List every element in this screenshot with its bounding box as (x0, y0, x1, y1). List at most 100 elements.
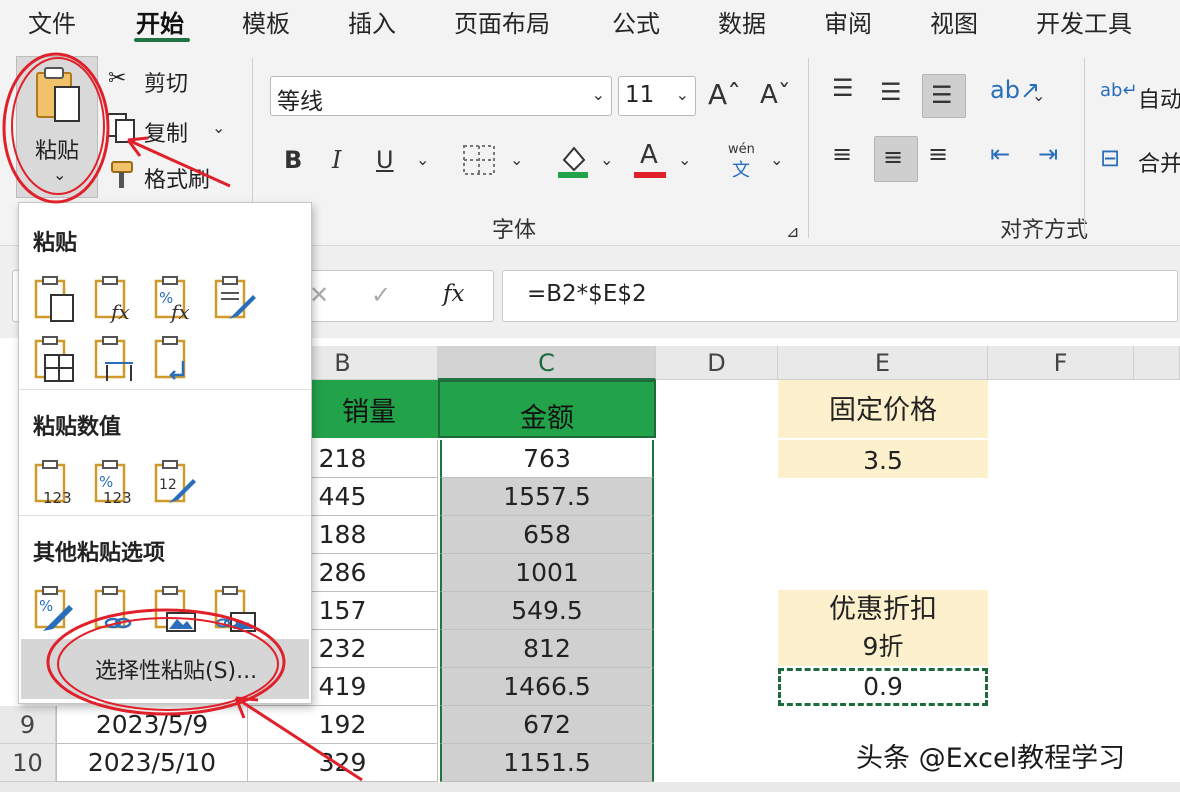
cell-a[interactable]: 2023/5/9 (56, 706, 248, 744)
tab-page-layout[interactable]: 页面布局 (454, 4, 550, 39)
discount-label: 优惠折扣 (829, 594, 937, 625)
chevron-down-icon[interactable]: ⌄ (600, 150, 613, 169)
fixed-price-value-cell[interactable]: 3.5 (778, 440, 988, 478)
values-123-label: 123 (43, 489, 72, 507)
menu-section-paste-values: 粘贴数值 (33, 415, 122, 440)
copy-icon[interactable] (106, 112, 136, 144)
font-size-dropdown[interactable]: 11 ⌄ (618, 76, 696, 116)
align-top-icon[interactable]: ☰ (832, 74, 854, 102)
row-header[interactable]: 9 (0, 706, 56, 744)
column-header-c[interactable]: C (438, 346, 656, 380)
paste-formulas-icon[interactable]: fx (93, 275, 137, 323)
values-icon[interactable]: 123 (33, 459, 77, 507)
tab-template[interactable]: 模板 (242, 4, 290, 39)
formatting-icon[interactable]: % (33, 585, 77, 633)
tab-formulas[interactable]: 公式 (612, 4, 660, 39)
formula-input[interactable]: =B2*$E$2 (502, 270, 1178, 322)
borders-icon[interactable] (462, 144, 496, 176)
paste-button[interactable]: 粘贴 ⌄ (16, 56, 98, 198)
chevron-down-icon[interactable]: ⌄ (416, 150, 429, 169)
chevron-down-icon[interactable]: ⌄ (770, 150, 783, 169)
paste-options-menu: 粘贴 fx % fx 粘贴数值 123 % 123 12 其他粘贴选项 % 选择… (18, 202, 312, 704)
format-painter-icon[interactable] (106, 160, 136, 190)
increase-indent-icon[interactable]: ⇥ (1038, 140, 1058, 168)
align-center-button[interactable]: ≡ (874, 136, 918, 182)
tab-file[interactable]: 文件 (28, 4, 76, 39)
paste-special-menu-item[interactable]: 选择性粘贴(S)... (21, 639, 309, 699)
header-cell-b[interactable]: 销量 (300, 380, 438, 438)
discount-label-cell[interactable]: 优惠折扣 9折 (778, 590, 988, 666)
row-header[interactable]: 10 (0, 744, 56, 782)
column-header-f[interactable]: F (988, 346, 1134, 380)
chevron-down-icon[interactable]: ⌄ (510, 150, 523, 169)
fixed-price-label-cell[interactable]: 固定价格 (778, 380, 988, 438)
cell-a[interactable]: 2023/5/10 (56, 744, 248, 782)
cell-c[interactable]: 1466.5 (440, 668, 654, 706)
cell-c[interactable]: 812 (440, 630, 654, 668)
header-cell-c[interactable]: 金额 (438, 380, 656, 438)
dialog-launcher-icon[interactable]: ⊿ (786, 222, 799, 241)
chevron-down-icon[interactable]: ⌄ (212, 118, 225, 137)
fill-color-icon[interactable] (556, 142, 590, 178)
cut-button[interactable]: 剪切 (144, 66, 188, 98)
cell-c[interactable]: 1151.5 (440, 744, 654, 782)
scissors-icon[interactable]: ✂ (108, 66, 126, 91)
paste-formulas-number-format-icon[interactable]: % fx (153, 275, 197, 323)
phonetic-icon[interactable]: 文 (732, 156, 750, 182)
tab-insert[interactable]: 插入 (348, 4, 396, 39)
cell-c[interactable]: 658 (440, 516, 654, 554)
merge-center-button[interactable]: 合并 (1138, 146, 1180, 178)
cancel-icon[interactable]: ✕ (309, 281, 329, 309)
picture-icon[interactable] (153, 585, 197, 633)
cell-c[interactable]: 672 (440, 706, 654, 744)
phonetic-label[interactable]: wén (728, 142, 755, 157)
cell-c[interactable]: 549.5 (440, 592, 654, 630)
column-header-d[interactable]: D (656, 346, 778, 380)
merge-cells-icon[interactable]: ⊟ (1100, 144, 1120, 172)
tab-home[interactable]: 开始 (136, 4, 184, 39)
tab-data[interactable]: 数据 (718, 4, 766, 39)
wrap-text-button[interactable]: 自动 (1138, 82, 1180, 114)
keep-column-widths-icon[interactable] (93, 335, 137, 383)
cell-c[interactable]: 1557.5 (440, 478, 654, 516)
values-source-formatting-icon[interactable]: 12 (153, 459, 197, 507)
transpose-icon[interactable] (153, 335, 197, 383)
discount-text: 9折 (862, 632, 904, 661)
values-number-format-icon[interactable]: % 123 (93, 459, 137, 507)
paste-icon[interactable] (33, 275, 77, 323)
decrease-indent-icon[interactable]: ⇤ (990, 140, 1010, 168)
font-name-dropdown[interactable]: 等线 ⌄ (270, 76, 612, 116)
linked-picture-icon[interactable] (213, 585, 257, 633)
align-bottom-button[interactable]: ☰ (922, 74, 966, 118)
paste-link-icon[interactable] (93, 585, 137, 633)
font-color-icon[interactable]: A (640, 140, 658, 170)
no-borders-icon[interactable] (33, 335, 77, 383)
column-header-next[interactable] (1134, 346, 1180, 380)
cell-c[interactable]: 763 (440, 440, 654, 478)
tab-developer[interactable]: 开发工具 (1036, 4, 1132, 39)
chevron-down-icon[interactable]: ⌄ (1032, 86, 1045, 105)
copied-cell-marquee[interactable]: 0.9 (778, 668, 988, 706)
tab-view[interactable]: 视图 (930, 4, 978, 39)
enter-check-icon[interactable]: ✓ (371, 281, 391, 309)
italic-icon[interactable]: I (332, 146, 341, 174)
align-middle-icon[interactable]: ☰ (880, 78, 902, 106)
chevron-down-icon[interactable]: ⌄ (678, 150, 691, 169)
cell-c[interactable]: 1001 (440, 554, 654, 592)
format-painter-button[interactable]: 格式刷 (144, 162, 210, 194)
font-group-label: 字体 (492, 218, 537, 243)
underline-icon[interactable]: U (376, 146, 394, 174)
copy-button[interactable]: 复制 (144, 116, 188, 148)
cell-b[interactable]: 329 (248, 744, 438, 782)
align-right-icon[interactable]: ≡ (928, 140, 948, 168)
cell-b[interactable]: 192 (248, 706, 438, 744)
bold-icon[interactable]: B (284, 146, 302, 174)
insert-function-icon[interactable]: fx (443, 281, 464, 307)
increase-font-size-icon[interactable]: Aˆ (708, 78, 741, 111)
align-left-icon[interactable]: ≡ (832, 140, 852, 168)
wrap-text-icon[interactable]: ab↵ (1100, 80, 1138, 101)
decrease-font-size-icon[interactable]: Aˇ (760, 80, 791, 110)
tab-review[interactable]: 审阅 (824, 4, 872, 39)
column-header-e[interactable]: E (778, 346, 988, 380)
keep-source-formatting-icon[interactable] (213, 275, 257, 323)
